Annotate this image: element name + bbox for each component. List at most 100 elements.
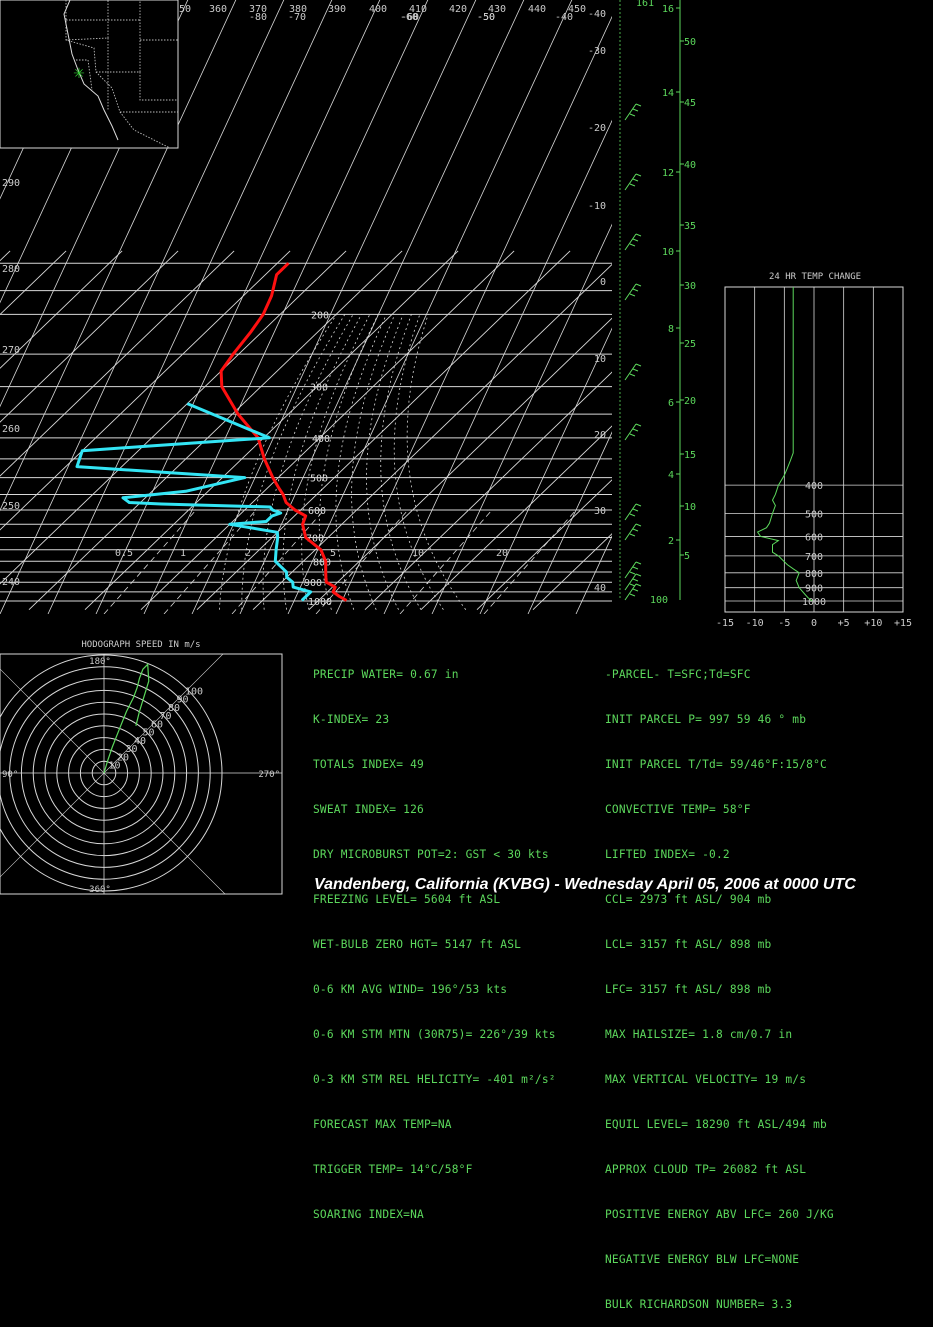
wind-barb bbox=[624, 523, 642, 541]
isotherm bbox=[252, 263, 612, 611]
theta-top-label: 400 bbox=[369, 4, 387, 15]
dry-adiabat bbox=[816, 0, 933, 614]
index-line: FREEZING LEVEL= 5604 ft ASL bbox=[313, 893, 501, 906]
tc-xtick: +5 bbox=[838, 618, 850, 629]
index-line: EQUIL LEVEL= 18290 ft ASL/494 mb bbox=[605, 1118, 827, 1131]
index-line: WET-BULB ZERO HGT= 5147 ft ASL bbox=[313, 938, 522, 951]
isotherm bbox=[140, 250, 515, 611]
index-line: LIFTED INDEX= -0.2 bbox=[605, 848, 730, 861]
temp-change-panel: -15 -10 -5 0 +5 +10 +15 1000 900 800 700 600 500 400 bbox=[716, 286, 912, 629]
kft-label: 15 bbox=[684, 450, 696, 461]
mixing-ratio-line bbox=[399, 509, 493, 614]
hodo-diag bbox=[0, 654, 224, 878]
index-line: MAX HAILSIZE= 1.8 cm/0.7 in bbox=[605, 1028, 793, 1041]
theta-side-label: 280 bbox=[2, 264, 20, 275]
wind-barb bbox=[624, 423, 642, 441]
kft-label: 50 bbox=[684, 37, 696, 48]
theta-top-label: 390 bbox=[328, 4, 346, 15]
index-line: SWEAT INDEX= 126 bbox=[313, 803, 424, 816]
theta-side-label: 290 bbox=[2, 178, 20, 189]
tc-pressure-label: 700 bbox=[805, 552, 823, 563]
index-line: INIT PARCEL T/Td= 59/46°F:15/8°C bbox=[605, 758, 827, 771]
tc-pressure-label: 600 bbox=[805, 532, 823, 543]
mixing-ratio-label: 5 bbox=[330, 548, 336, 559]
wind-barb bbox=[624, 283, 642, 301]
hodo-dir-label: 270° bbox=[258, 770, 280, 780]
pressure-label: 600 bbox=[308, 506, 326, 517]
pressure-label: 300 bbox=[310, 383, 328, 394]
theta-side-label: 250 bbox=[2, 501, 20, 512]
index-line: TOTALS INDEX= 49 bbox=[313, 758, 424, 771]
theta-top-label: 420 bbox=[449, 4, 467, 15]
tc-xtick: +10 bbox=[864, 618, 882, 629]
wind-barbs bbox=[624, 103, 642, 601]
pressure-label: 400 bbox=[312, 434, 330, 445]
tc-pressure-label: 800 bbox=[805, 569, 823, 580]
map-frame bbox=[0, 0, 179, 149]
index-line: NEGATIVE ENERGY BLW LFC=NONE bbox=[605, 1253, 800, 1266]
moist-adiabat bbox=[335, 314, 387, 610]
tc-xtick: +15 bbox=[894, 618, 912, 629]
tc-pressure-label: 1000 bbox=[802, 597, 826, 608]
tc-pressure-label: 500 bbox=[805, 509, 823, 520]
index-line: MAX VERTICAL VELOCITY= 19 m/s bbox=[605, 1073, 807, 1086]
moist-adiabat bbox=[406, 314, 467, 610]
dry-adiabat bbox=[912, 0, 933, 614]
index-line: DRY MICROBURST POT=2: GST < 30 kts bbox=[313, 848, 549, 861]
kft-label: 20 bbox=[684, 396, 696, 407]
km-label: 8 bbox=[668, 324, 674, 335]
kft-label: 30 bbox=[684, 281, 696, 292]
dry-adiabat bbox=[864, 0, 933, 614]
hodo-ring-label: 100 bbox=[185, 686, 203, 697]
index-line: SOARING INDEX=NA bbox=[313, 1208, 424, 1221]
kft-label: 45 bbox=[684, 98, 696, 109]
km-label: 14 bbox=[662, 88, 674, 99]
pressure-label: 800 bbox=[313, 557, 331, 568]
stability-indices-left: PRECIP WATER= 0.67 in K-INDEX= 23 TOTALS… bbox=[313, 637, 556, 1237]
mixing-ratio-line bbox=[103, 509, 197, 614]
wind-barb bbox=[624, 363, 642, 381]
kft-label: 25 bbox=[684, 339, 696, 350]
temp-top-label: -80 bbox=[249, 12, 267, 23]
pressure-label: 200 bbox=[311, 310, 329, 321]
isotherm bbox=[84, 250, 459, 611]
hodograph-title: HODOGRAPH SPEED IN m/s bbox=[81, 640, 201, 650]
index-line: BULK RICHARDSON NUMBER= 3.3 bbox=[605, 1298, 793, 1311]
index-line: 0-3 KM STM REL HELICITY= -401 m²/s² bbox=[313, 1073, 556, 1086]
dry-adiabat bbox=[720, 0, 933, 614]
isotherm-label: 0 bbox=[600, 277, 606, 288]
height-base-label: 100 bbox=[650, 595, 668, 606]
hodo-dir-label: 90° bbox=[2, 770, 18, 780]
dry-adiabat bbox=[575, 535, 612, 614]
sounding-title: Vandenberg, California (KVBG) - Wednesda… bbox=[314, 876, 856, 893]
index-line: LCL= 3157 ft ASL/ 898 mb bbox=[605, 938, 772, 951]
wind-barb bbox=[624, 233, 642, 251]
index-line: POSITIVE ENERGY ABV LFC= 260 J/KG bbox=[605, 1208, 834, 1221]
wind-barb bbox=[624, 561, 642, 579]
isotherm bbox=[0, 250, 347, 585]
hodo-dir-label: 180° bbox=[89, 657, 111, 667]
pressure-label: 900 bbox=[304, 578, 322, 589]
temp-top-label: -40 bbox=[555, 12, 573, 23]
km-label: 4 bbox=[668, 470, 674, 481]
tc-pressure-label: 900 bbox=[805, 584, 823, 595]
index-line: 0-6 KM AVG WIND= 196°/53 kts bbox=[313, 983, 508, 996]
mixing-ratio-line bbox=[483, 509, 577, 614]
theta-side-label: 260 bbox=[2, 424, 20, 435]
location-map: ✳ bbox=[0, 0, 179, 149]
dry-adiabat bbox=[672, 0, 933, 614]
stability-indices-right: -PARCEL- T=SFC;Td=SFC INIT PARCEL P= 997… bbox=[605, 637, 834, 1327]
tc-xtick: -10 bbox=[746, 618, 764, 629]
mixing-ratio-label: 0.5 bbox=[115, 548, 133, 559]
isotherm-label: -40 bbox=[588, 9, 606, 20]
mixing-ratio-label: 10 bbox=[412, 548, 424, 559]
km-label: 12 bbox=[662, 168, 674, 179]
wind-barb bbox=[624, 103, 642, 121]
hodo-diag bbox=[0, 668, 226, 894]
moist-adiabat bbox=[380, 314, 422, 610]
isotherm-label: 10 bbox=[594, 354, 606, 365]
hodo-frame bbox=[0, 653, 283, 895]
wind-barb bbox=[624, 503, 642, 521]
kft-label: 10 bbox=[684, 502, 696, 513]
km-label: 6 bbox=[668, 398, 674, 409]
